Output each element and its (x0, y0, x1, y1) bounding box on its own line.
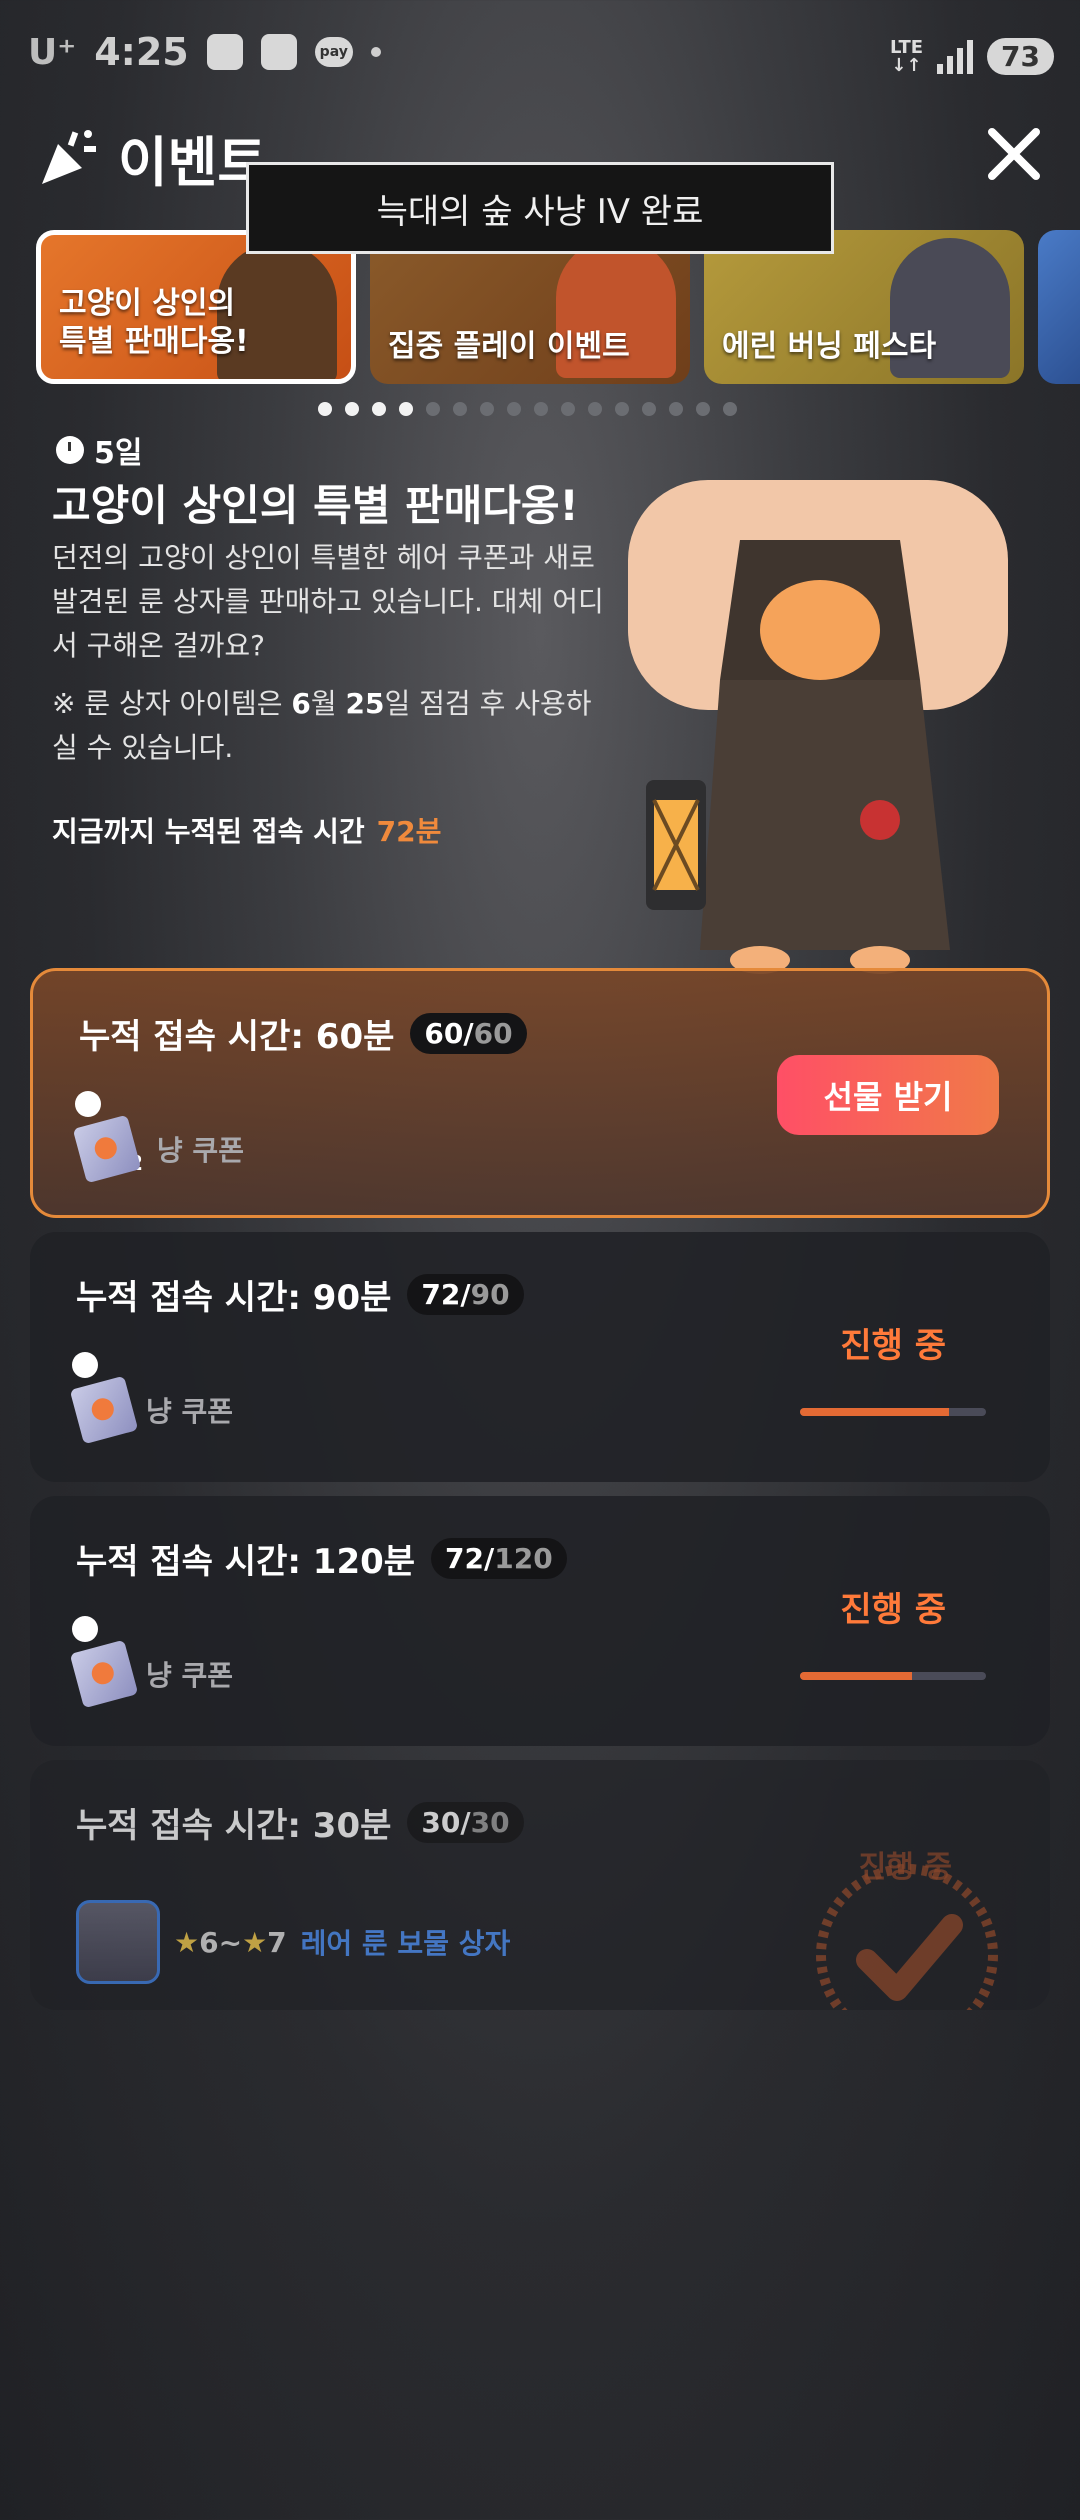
pager-dot[interactable] (696, 402, 710, 416)
banner-label: 에린 버닝 페스타 (722, 329, 937, 364)
reward-name: 냥 쿠폰 (146, 1395, 234, 1428)
days-left-label: 5일 (94, 436, 143, 471)
network-label: LTE ↓↑ (889, 36, 924, 76)
reward-item: 2 냥 쿠폰 (72, 1114, 244, 1184)
event-description: 던전의 고양이 상인이 특별한 헤어 쿠폰과 새로 발견된 룬 상자를 판매하고… (52, 541, 604, 662)
cat-coupon-icon (69, 1375, 139, 1445)
reward-name: 냥 쿠폰 (156, 1134, 244, 1167)
signal-icon (937, 39, 974, 74)
carousel-pager (318, 402, 737, 416)
reward-card-60: 누적 접속 시간: 60분 60/60 2 냥 쿠폰 선물 받기 (30, 968, 1050, 1218)
progress-pill: 30/30 (407, 1802, 524, 1843)
reward-card-90: 누적 접속 시간: 90분 72/90 냥 쿠폰 진행 중 (30, 1232, 1050, 1482)
screenshot-icon (206, 34, 243, 70)
hourglass-icon (72, 1616, 98, 1642)
page-title: 이벤트 (118, 131, 268, 194)
battery-level: 73 (987, 38, 1054, 75)
days-remaining: 5일 (56, 428, 142, 472)
accum-value: 72분 (376, 815, 442, 848)
status-bar: U⁺ 4:25 pay LTE ↓↑ 73 (0, 0, 1080, 120)
clock-icon (56, 436, 84, 464)
pager-dot[interactable] (399, 402, 413, 416)
reward-card-30: 누적 접속 시간: 30분 30/30 ★6~★7 레어 룬 보물 상자 진행 … (30, 1760, 1050, 2010)
pager-dot[interactable] (534, 402, 548, 416)
pager-dot[interactable] (723, 402, 737, 416)
reward-item: 냥 쿠폰 (69, 1375, 234, 1445)
event-notice: ※ 룬 상자 아이템은 6월 25일 점검 후 사용하실 수 있습니다. (52, 687, 592, 764)
app-icon (260, 34, 297, 70)
pager-dot[interactable] (318, 402, 332, 416)
carrier-label: U⁺ (28, 31, 77, 73)
reward-card-120: 누적 접속 시간: 120분 72/120 냥 쿠폰 진행 중 (30, 1496, 1050, 1746)
progress-bar (800, 1672, 986, 1680)
banner-next-partial[interactable] (1038, 230, 1080, 384)
claim-gift-button[interactable]: 선물 받기 (777, 1055, 999, 1135)
pager-dot[interactable] (453, 402, 467, 416)
header: 이벤트 (36, 118, 267, 197)
quest-complete-toast: 늑대의 숲 사냥 IV 완료 (246, 162, 834, 254)
pager-dot[interactable] (480, 402, 494, 416)
progress-pill: 60/60 (410, 1013, 527, 1054)
reward-name: 냥 쿠폰 (146, 1659, 234, 1692)
event-title: 고양이 상인의 특별 판매다옹! (52, 481, 579, 530)
hourglass-icon (72, 1352, 98, 1378)
dot-icon (370, 47, 381, 57)
pager-dot[interactable] (615, 402, 629, 416)
banner-label: 고양이 상인의 특별 판매다옹! (59, 286, 249, 359)
pager-dot[interactable] (642, 402, 656, 416)
progress-pill: 72/90 (407, 1274, 524, 1315)
reward-title: 누적 접속 시간: 60분 (79, 1017, 395, 1057)
cat-coupon-icon (69, 1639, 139, 1709)
star-range: ★6~★7 (174, 1925, 287, 1959)
reward-title: 누적 접속 시간: 90분 (76, 1278, 392, 1318)
reward-title: 누적 접속 시간: 120분 (76, 1542, 416, 1582)
pager-dot[interactable] (345, 402, 359, 416)
reward-title: 누적 접속 시간: 30분 (76, 1806, 392, 1846)
progress-fill (800, 1408, 949, 1416)
banner-label: 집중 플레이 이벤트 (388, 329, 630, 364)
treasure-chest-icon (76, 1900, 160, 1984)
reward-item: 냥 쿠폰 (69, 1639, 234, 1709)
reward-item: ★6~★7 레어 룬 보물 상자 (76, 1900, 510, 1984)
pager-dot[interactable] (588, 402, 602, 416)
pager-dot[interactable] (507, 402, 521, 416)
reward-name: 레어 룬 보물 상자 (300, 1927, 511, 1960)
pay-icon: pay (314, 37, 353, 67)
pager-dot[interactable] (372, 402, 386, 416)
in-progress-label: 진행 중 (840, 1326, 946, 1366)
hourglass-icon (75, 1091, 101, 1117)
cat-merchant-illustration (628, 480, 1008, 974)
accumulated-time: 지금까지 누적된 접속 시간 72분 (52, 810, 441, 850)
pager-dot[interactable] (561, 402, 575, 416)
progress-fill (800, 1672, 912, 1680)
clock-time: 4:25 (94, 30, 189, 74)
pager-dot[interactable] (426, 402, 440, 416)
pager-dot[interactable] (669, 402, 683, 416)
close-icon[interactable] (984, 124, 1044, 184)
in-progress-label: 진행 중 (840, 1590, 946, 1630)
confirmed-stamp-icon (816, 1864, 998, 2010)
progress-pill: 72/120 (431, 1538, 567, 1579)
progress-bar (800, 1408, 986, 1416)
party-popper-icon (42, 129, 96, 184)
accum-label: 지금까지 누적된 접속 시간 (52, 815, 365, 848)
